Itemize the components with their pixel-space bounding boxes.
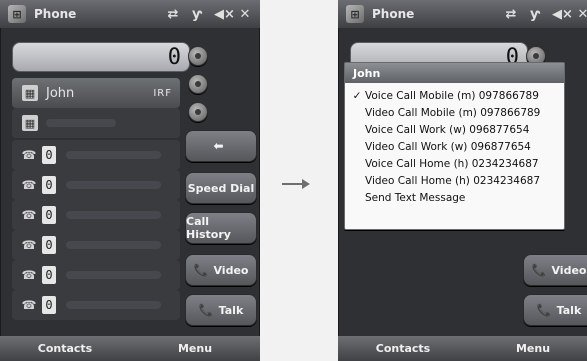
menu-item-label: Voice Call Work (w) 096877654 [365,123,530,136]
menu-item-label: Video Call Mobile (m) 097866789 [365,106,541,119]
scroll-down-button[interactable] [188,102,208,122]
list-item[interactable]: ☎ 0 [12,140,180,170]
obscured-text [66,241,161,249]
talk-label: Talk [556,303,582,317]
close-icon[interactable]: ✕ [238,7,252,22]
windows-logo-icon[interactable]: ⊞ [346,5,364,23]
volume-mute-icon[interactable]: ◀× [214,7,235,22]
talk-button[interactable]: 📞 Talk [185,294,257,326]
phone-icon: ☎ [21,238,37,252]
phone-icon: ☎ [21,268,37,282]
obscured-text [46,119,116,127]
talk-button[interactable]: 📞 Talk [523,294,587,326]
video-icon: 📞 [193,263,209,277]
list-item[interactable]: ▦ John IRF [12,78,180,108]
phone-icon: ☎ [21,298,37,312]
list-item[interactable]: ▦ [12,108,180,138]
status-icons: ⇄ ƴ ◀× ✕ [166,7,252,22]
speed-dial-button[interactable]: Speed Dial [185,172,257,204]
video-button[interactable]: 📞 Video [523,254,587,286]
digit-box: 0 [42,296,56,314]
call-history-label: Call History [186,215,231,241]
app-title: Phone [34,7,77,21]
menu-item-label: Voice Call Home (h) 0234234687 [365,157,539,170]
list-item[interactable]: ☎ 0 [12,200,180,230]
menu-item-label: Video Call Work (w) 096877654 [365,140,531,153]
softkey-bar: Contacts Menu [338,336,587,361]
contact-card-icon: ▦ [22,115,38,131]
call-history-button[interactable]: Call History [185,212,257,244]
back-arrow-icon: ⬅ [213,139,224,153]
sync-icon[interactable]: ⇄ [504,7,518,22]
obscured-text [66,271,161,279]
menu-item-video-call-work[interactable]: Video Call Work (w) 096877654 [351,138,556,155]
contacts-softkey[interactable]: Contacts [0,342,130,355]
round-button[interactable] [188,74,208,94]
number-display[interactable]: 0 [12,42,190,72]
video-label: Video [551,263,587,277]
contact-name: John [46,85,75,101]
menu-softkey[interactable]: Menu [130,342,260,355]
digit-box: 0 [42,206,56,224]
list-item[interactable]: ☎ 0 [12,230,180,260]
menu-softkey[interactable]: Menu [468,342,587,355]
talk-label: Talk [218,303,244,317]
video-label: Video [213,263,249,277]
phone-icon: ☎ [21,178,37,192]
video-icon: 📞 [531,263,547,277]
phone-icon: ☎ [21,208,37,222]
menu-item-label: Voice Call Mobile (m) 097866789 [365,89,539,102]
video-button[interactable]: 📞 Video [185,254,257,286]
obscured-text [66,301,161,309]
status-icons: ⇄ ƴ ◀× ✕ [504,7,587,22]
talk-icon: 📞 [536,303,552,317]
app-title: Phone [372,7,415,21]
digit-box: 0 [42,266,56,284]
menu-item-voice-call-mobile[interactable]: ✓ Voice Call Mobile (m) 097866789 [351,87,556,104]
menu-item-video-call-mobile[interactable]: Video Call Mobile (m) 097866789 [351,104,556,121]
contacts-softkey[interactable]: Contacts [338,342,468,355]
popup-header: John [345,63,564,83]
talk-icon: 📞 [198,303,214,317]
close-icon[interactable]: ✕ [576,7,587,22]
contact-context-menu: John ✓ Voice Call Mobile (m) 097866789 V… [344,62,565,230]
windows-logo-icon[interactable]: ⊞ [8,5,26,23]
transition-arrow [282,179,310,189]
title-bar: ⊞ Phone ⇄ ƴ ◀× ✕ [0,0,260,28]
volume-mute-icon[interactable]: ◀× [552,7,573,22]
signal-icon[interactable]: ƴ [528,7,542,22]
sync-icon[interactable]: ⇄ [166,7,180,22]
display-value: 0 [167,44,181,70]
contacts-list: ▦ John IRF ▦ ☎ 0 ☎ 0 ☎ 0 ☎ 0 ☎ 0 ☎ 0 [12,78,180,328]
menu-item-send-text-message[interactable]: Send Text Message [351,189,556,206]
menu-list: ✓ Voice Call Mobile (m) 097866789 Video … [351,87,556,206]
contact-card-icon: ▦ [22,85,38,101]
digit-box: 0 [42,146,56,164]
digit-box: 0 [42,236,56,254]
list-item[interactable]: ☎ 0 [12,170,180,200]
obscured-text [66,211,161,219]
checkmark-icon: ✓ [352,89,362,102]
signal-icon[interactable]: ƴ [190,7,204,22]
scroll-up-button[interactable] [188,46,208,66]
softkey-bar: Contacts Menu [0,336,260,361]
menu-item-voice-call-work[interactable]: Voice Call Work (w) 096877654 [351,121,556,138]
menu-item-video-call-home[interactable]: Video Call Home (h) 0234234687 [351,172,556,189]
back-button[interactable]: ⬅ [185,130,257,162]
list-item[interactable]: ☎ 0 [12,260,180,290]
obscured-text [66,151,161,159]
digit-box: 0 [42,176,56,194]
title-bar: ⊞ Phone ⇄ ƴ ◀× ✕ [338,0,587,28]
menu-item-label: Video Call Home (h) 0234234687 [365,174,541,187]
list-item[interactable]: ☎ 0 [12,290,180,320]
obscured-text [66,181,161,189]
speed-dial-label: Speed Dial [187,181,255,195]
status-badge: IRF [153,87,172,99]
menu-item-voice-call-home[interactable]: Voice Call Home (h) 0234234687 [351,155,556,172]
phone-icon: ☎ [21,148,37,162]
phone-screen-left: ⊞ Phone ⇄ ƴ ◀× ✕ 0 ▦ John IRF ▦ ☎ 0 ☎ 0 … [0,0,260,361]
menu-item-label: Send Text Message [365,191,466,204]
